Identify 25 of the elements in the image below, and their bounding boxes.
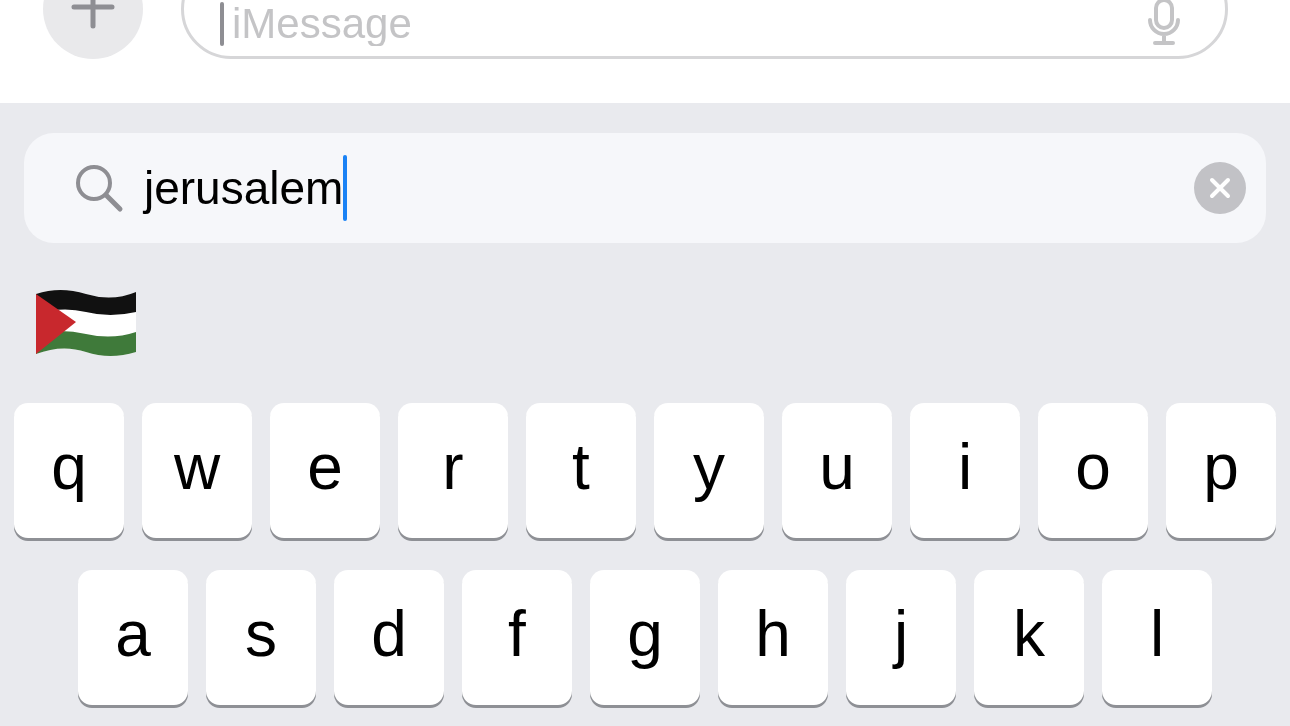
key[interactable]: k [974,570,1084,705]
search-icon [74,163,124,213]
close-icon [1209,177,1231,199]
key[interactable]: s [206,570,316,705]
key[interactable]: h [718,570,828,705]
key[interactable]: t [526,403,636,538]
key[interactable]: p [1166,403,1276,538]
key[interactable]: l [1102,570,1212,705]
key[interactable]: r [398,403,508,538]
microphone-icon[interactable] [1147,0,1181,46]
key[interactable]: g [590,570,700,705]
emoji-search-field[interactable]: jerusalem [24,133,1266,243]
key[interactable]: d [334,570,444,705]
key[interactable]: e [270,403,380,538]
key[interactable]: i [910,403,1020,538]
key[interactable]: o [1038,403,1148,538]
key[interactable]: y [654,403,764,538]
key[interactable]: j [846,570,956,705]
key[interactable]: a [78,570,188,705]
search-text: jerusalem [144,161,344,215]
key[interactable]: q [14,403,124,538]
key[interactable]: u [782,403,892,538]
key[interactable]: f [462,570,572,705]
key[interactable]: w [142,403,252,538]
clear-button[interactable] [1194,162,1246,214]
